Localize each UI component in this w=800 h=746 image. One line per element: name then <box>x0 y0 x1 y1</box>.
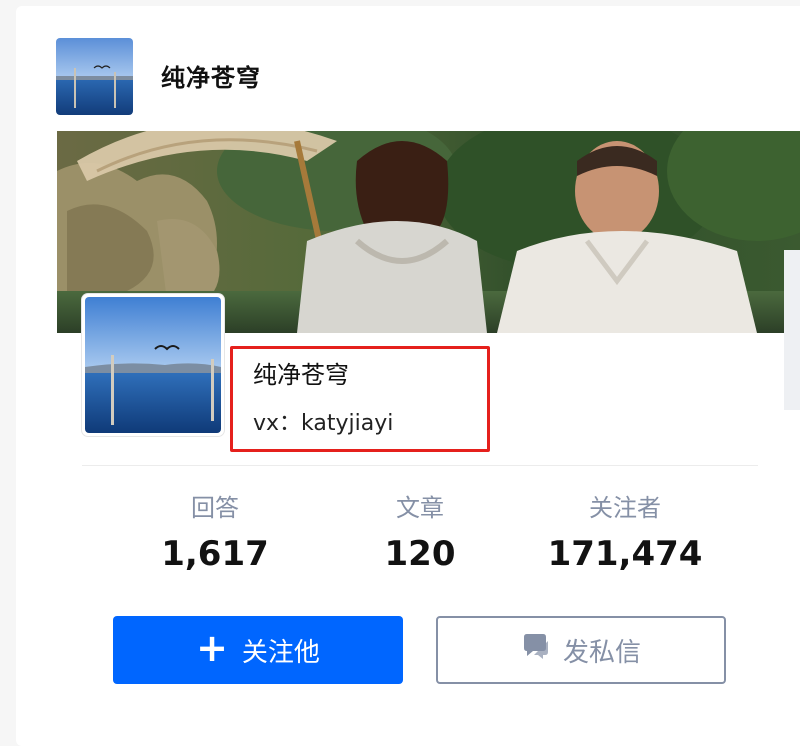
stat-label: 文章 <box>396 494 444 522</box>
plus-icon: + <box>196 626 228 670</box>
profile-name: 纯净苍穹 <box>253 361 349 389</box>
header-row: 纯净苍穹 <box>56 38 756 116</box>
stat-label: 回答 <box>191 494 239 522</box>
stat-followers[interactable]: 关注者 171,474 <box>520 488 730 574</box>
avatar-image <box>85 297 221 433</box>
stat-value: 1,617 <box>161 534 269 574</box>
highlighted-profile-info: 纯净苍穹 vx：katyjiayi <box>230 346 490 452</box>
header-username[interactable]: 纯净苍穹 <box>161 58 261 93</box>
stat-label: 关注者 <box>589 494 661 522</box>
stat-value: 171,474 <box>547 534 703 574</box>
follow-button[interactable]: + 关注他 <box>113 616 403 684</box>
stat-value: 120 <box>384 534 456 574</box>
side-panel-edge <box>784 250 800 410</box>
stat-answers[interactable]: 回答 1,617 <box>150 488 280 574</box>
send-message-label: 发私信 <box>562 637 641 668</box>
chat-bubble-icon <box>521 633 551 668</box>
stat-articles[interactable]: 文章 120 <box>355 488 485 574</box>
divider <box>82 465 758 466</box>
send-message-button[interactable]: 发私信 <box>436 616 726 684</box>
profile-bio: vx：katyjiayi <box>253 411 394 436</box>
profile-page: 纯净苍穹 纯净苍穹 vx：katyjiayi 回答 1,617 文章 120 关… <box>0 0 800 746</box>
profile-avatar[interactable] <box>82 294 224 436</box>
follow-button-label: 关注他 <box>241 637 320 668</box>
header-avatar[interactable] <box>56 38 133 115</box>
